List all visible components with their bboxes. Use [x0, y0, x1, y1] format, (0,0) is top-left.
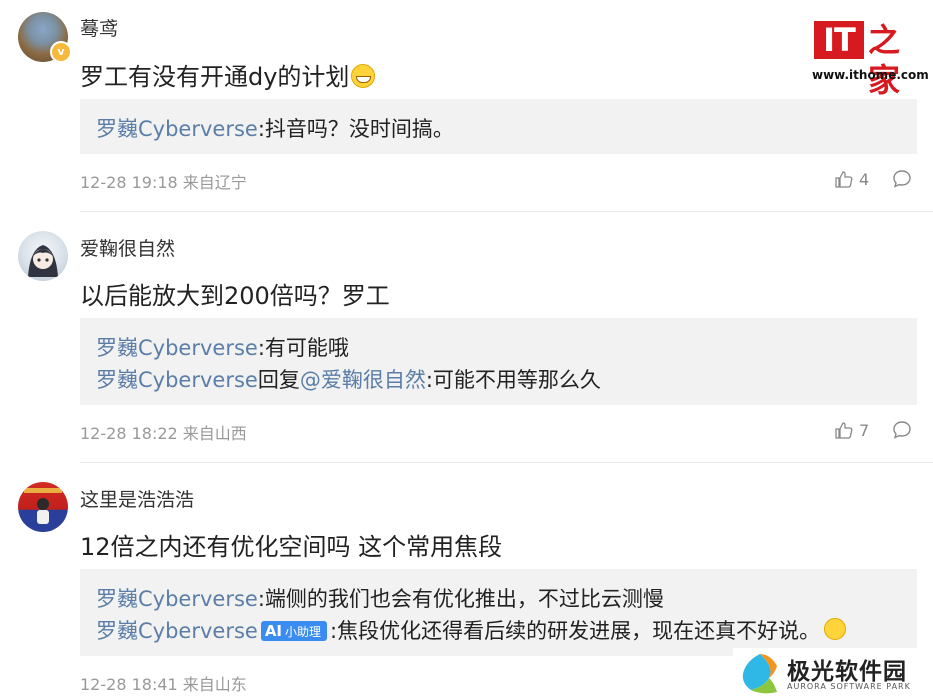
reply-separator: : [425, 368, 433, 392]
comment-bubble-icon[interactable] [892, 169, 912, 189]
reply-text: 抖音吗？没时间搞。 [264, 117, 454, 141]
thumbs-up-icon [835, 171, 853, 188]
ithome-url: www.ithome.com [812, 68, 929, 82]
reply-author-link[interactable]: 罗巍Cyberverse [96, 117, 258, 141]
reply-line: 罗巍Cyberverse:有可能哦 [96, 332, 349, 362]
like-button[interactable]: 4 [835, 168, 869, 190]
reply-author-link[interactable]: 罗巍Cyberverse [96, 587, 258, 611]
comment-feed: IT 之家 www.ithome.com v 蓦鸢 罗工有没有开通dy的计划 罗… [0, 0, 933, 698]
reply-box: 罗巍Cyberverse:端侧的我们也会有优化推出，不过比云测慢 罗巍Cyber… [80, 569, 917, 656]
comment-meta: 12-28 19:18 来自辽宁 [80, 173, 247, 192]
reply-text: 有可能哦 [264, 336, 349, 360]
reply-verb: 回复 [257, 368, 300, 392]
ithome-logo-zh: 之家 [868, 21, 901, 99]
reply-line: 罗巍Cyberverse:端侧的我们也会有优化推出，不过比云测慢 [96, 583, 664, 613]
comment-username[interactable]: 爱鞠很自然 [80, 234, 175, 261]
like-button[interactable]: 7 [835, 419, 869, 441]
mention-link[interactable]: @爱鞠很自然 [300, 368, 426, 392]
verified-badge: v [50, 41, 72, 63]
ai-badge-mark: AI [264, 622, 283, 640]
reply-box: 罗巍Cyberverse:抖音吗？没时间搞。 [80, 99, 917, 154]
person-photo-icon [24, 488, 62, 524]
anime-avatar-icon [28, 245, 58, 277]
reply-separator: : [257, 117, 265, 141]
reply-box: 罗巍Cyberverse:有可能哦 罗巍Cyberverse回复@爱鞠很自然:可… [80, 318, 917, 405]
ithome-logo-mark: IT [814, 21, 864, 59]
ai-badge-label: 小助理 [285, 625, 322, 639]
reply-line: 罗巍Cyberverse AI 小助理:焦段优化还得看后续的研发进展，现在还真不好说… [96, 615, 847, 645]
aurora-english: AURORA SOFTWARE PARK [787, 682, 911, 691]
laugh-emoji-icon [824, 618, 847, 640]
reply-text: 端侧的我们也会有优化推出，不过比云测慢 [264, 587, 664, 611]
reply-line: 罗巍Cyberverse回复@爱鞠很自然:可能不用等那么久 [96, 364, 601, 394]
reply-separator: : [257, 336, 265, 360]
reply-separator: : [257, 587, 265, 611]
aurora-logo-icon [742, 654, 777, 694]
thumbs-up-icon [835, 422, 853, 439]
reply-text: 可能不用等那么久 [432, 368, 601, 392]
comment-username[interactable]: 蓦鸢 [80, 14, 118, 41]
avatar[interactable] [18, 482, 68, 532]
like-count: 7 [859, 420, 870, 440]
comment-divider [80, 211, 933, 212]
reply-text: 焦段优化还得看后续的研发进展，现在还真不好说。 [337, 619, 821, 643]
reply-author-link[interactable]: 罗巍Cyberverse [96, 368, 258, 392]
comment-divider [80, 462, 933, 463]
grin-emoji-icon [351, 64, 376, 88]
avatar[interactable] [18, 231, 68, 281]
aurora-watermark: 极光软件园 AURORA SOFTWARE PARK [733, 648, 933, 698]
comment-meta: 12-28 18:22 来自山西 [80, 424, 247, 443]
comment-content: 罗工有没有开通dy的计划 [80, 57, 376, 92]
reply-author-link[interactable]: 罗巍Cyberverse [96, 619, 258, 643]
comment-content: 12倍之内还有优化空间吗 这个常用焦段 [80, 533, 503, 561]
comment-content: 以后能放大到200倍吗？罗工 [80, 282, 390, 310]
comment-bubble-icon[interactable] [892, 420, 912, 440]
reply-author-link[interactable]: 罗巍Cyberverse [96, 336, 258, 360]
ai-assistant-badge: AI 小助理 [260, 621, 328, 641]
ithome-logo: IT 之家 www.ithome.com [808, 18, 929, 99]
comment-text: 罗工有没有开通dy的计划 [80, 63, 350, 91]
comment-username[interactable]: 这里是浩浩浩 [80, 485, 194, 512]
reply-line: 罗巍Cyberverse:抖音吗？没时间搞。 [96, 113, 454, 143]
comment-meta: 12-28 18:41 来自山东 [80, 675, 247, 694]
like-count: 4 [859, 169, 870, 189]
aurora-name: 极光软件园 [787, 659, 907, 685]
